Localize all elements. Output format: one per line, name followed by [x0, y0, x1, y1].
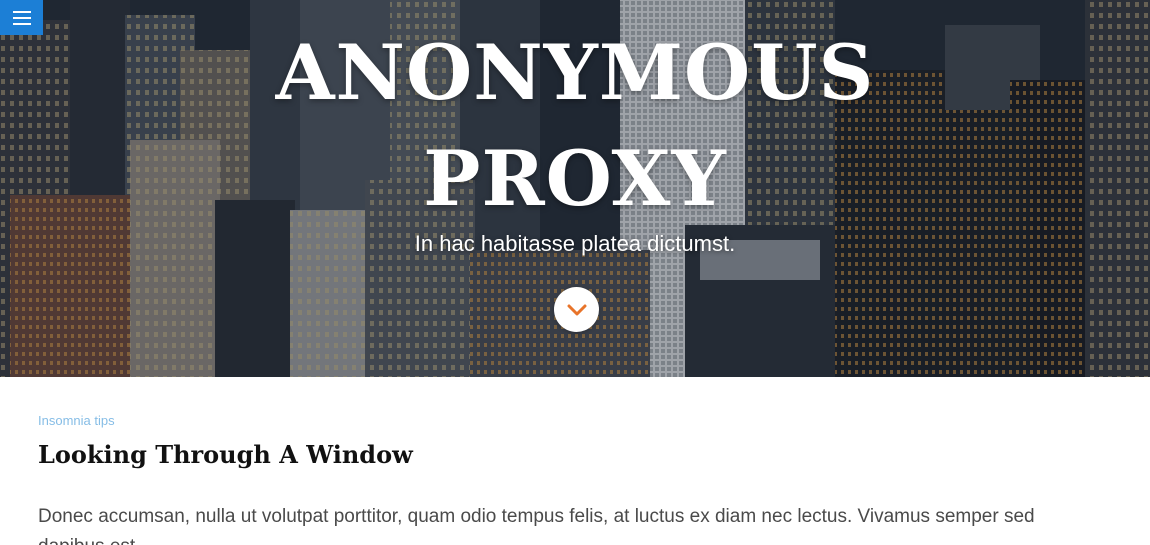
site-title-line-1: ANONYMOUS: [275, 28, 875, 117]
chevron-down-icon: [567, 304, 586, 315]
page: ANONYMOUS PROXY In hac habitasse platea …: [0, 0, 1150, 545]
site-tagline: In hac habitasse platea dictumst.: [414, 231, 736, 256]
menu-button[interactable]: [0, 0, 43, 35]
hamburger-menu-icon: [12, 10, 31, 25]
post-category-link[interactable]: Insomnia tips: [38, 413, 1118, 429]
site-title-line-2: PROXY: [423, 134, 727, 223]
hero-section: ANONYMOUS PROXY In hac habitasse platea …: [0, 0, 1150, 377]
scroll-down-button[interactable]: [554, 287, 599, 332]
post-excerpt: Donec accumsan, nulla ut volutpat portti…: [38, 506, 1035, 545]
post-title-link[interactable]: Looking Through A Window: [38, 440, 1118, 470]
site-title: ANONYMOUS PROXY: [0, 20, 1150, 232]
post-preview: Insomnia tips Looking Through A Window D…: [38, 377, 1118, 545]
